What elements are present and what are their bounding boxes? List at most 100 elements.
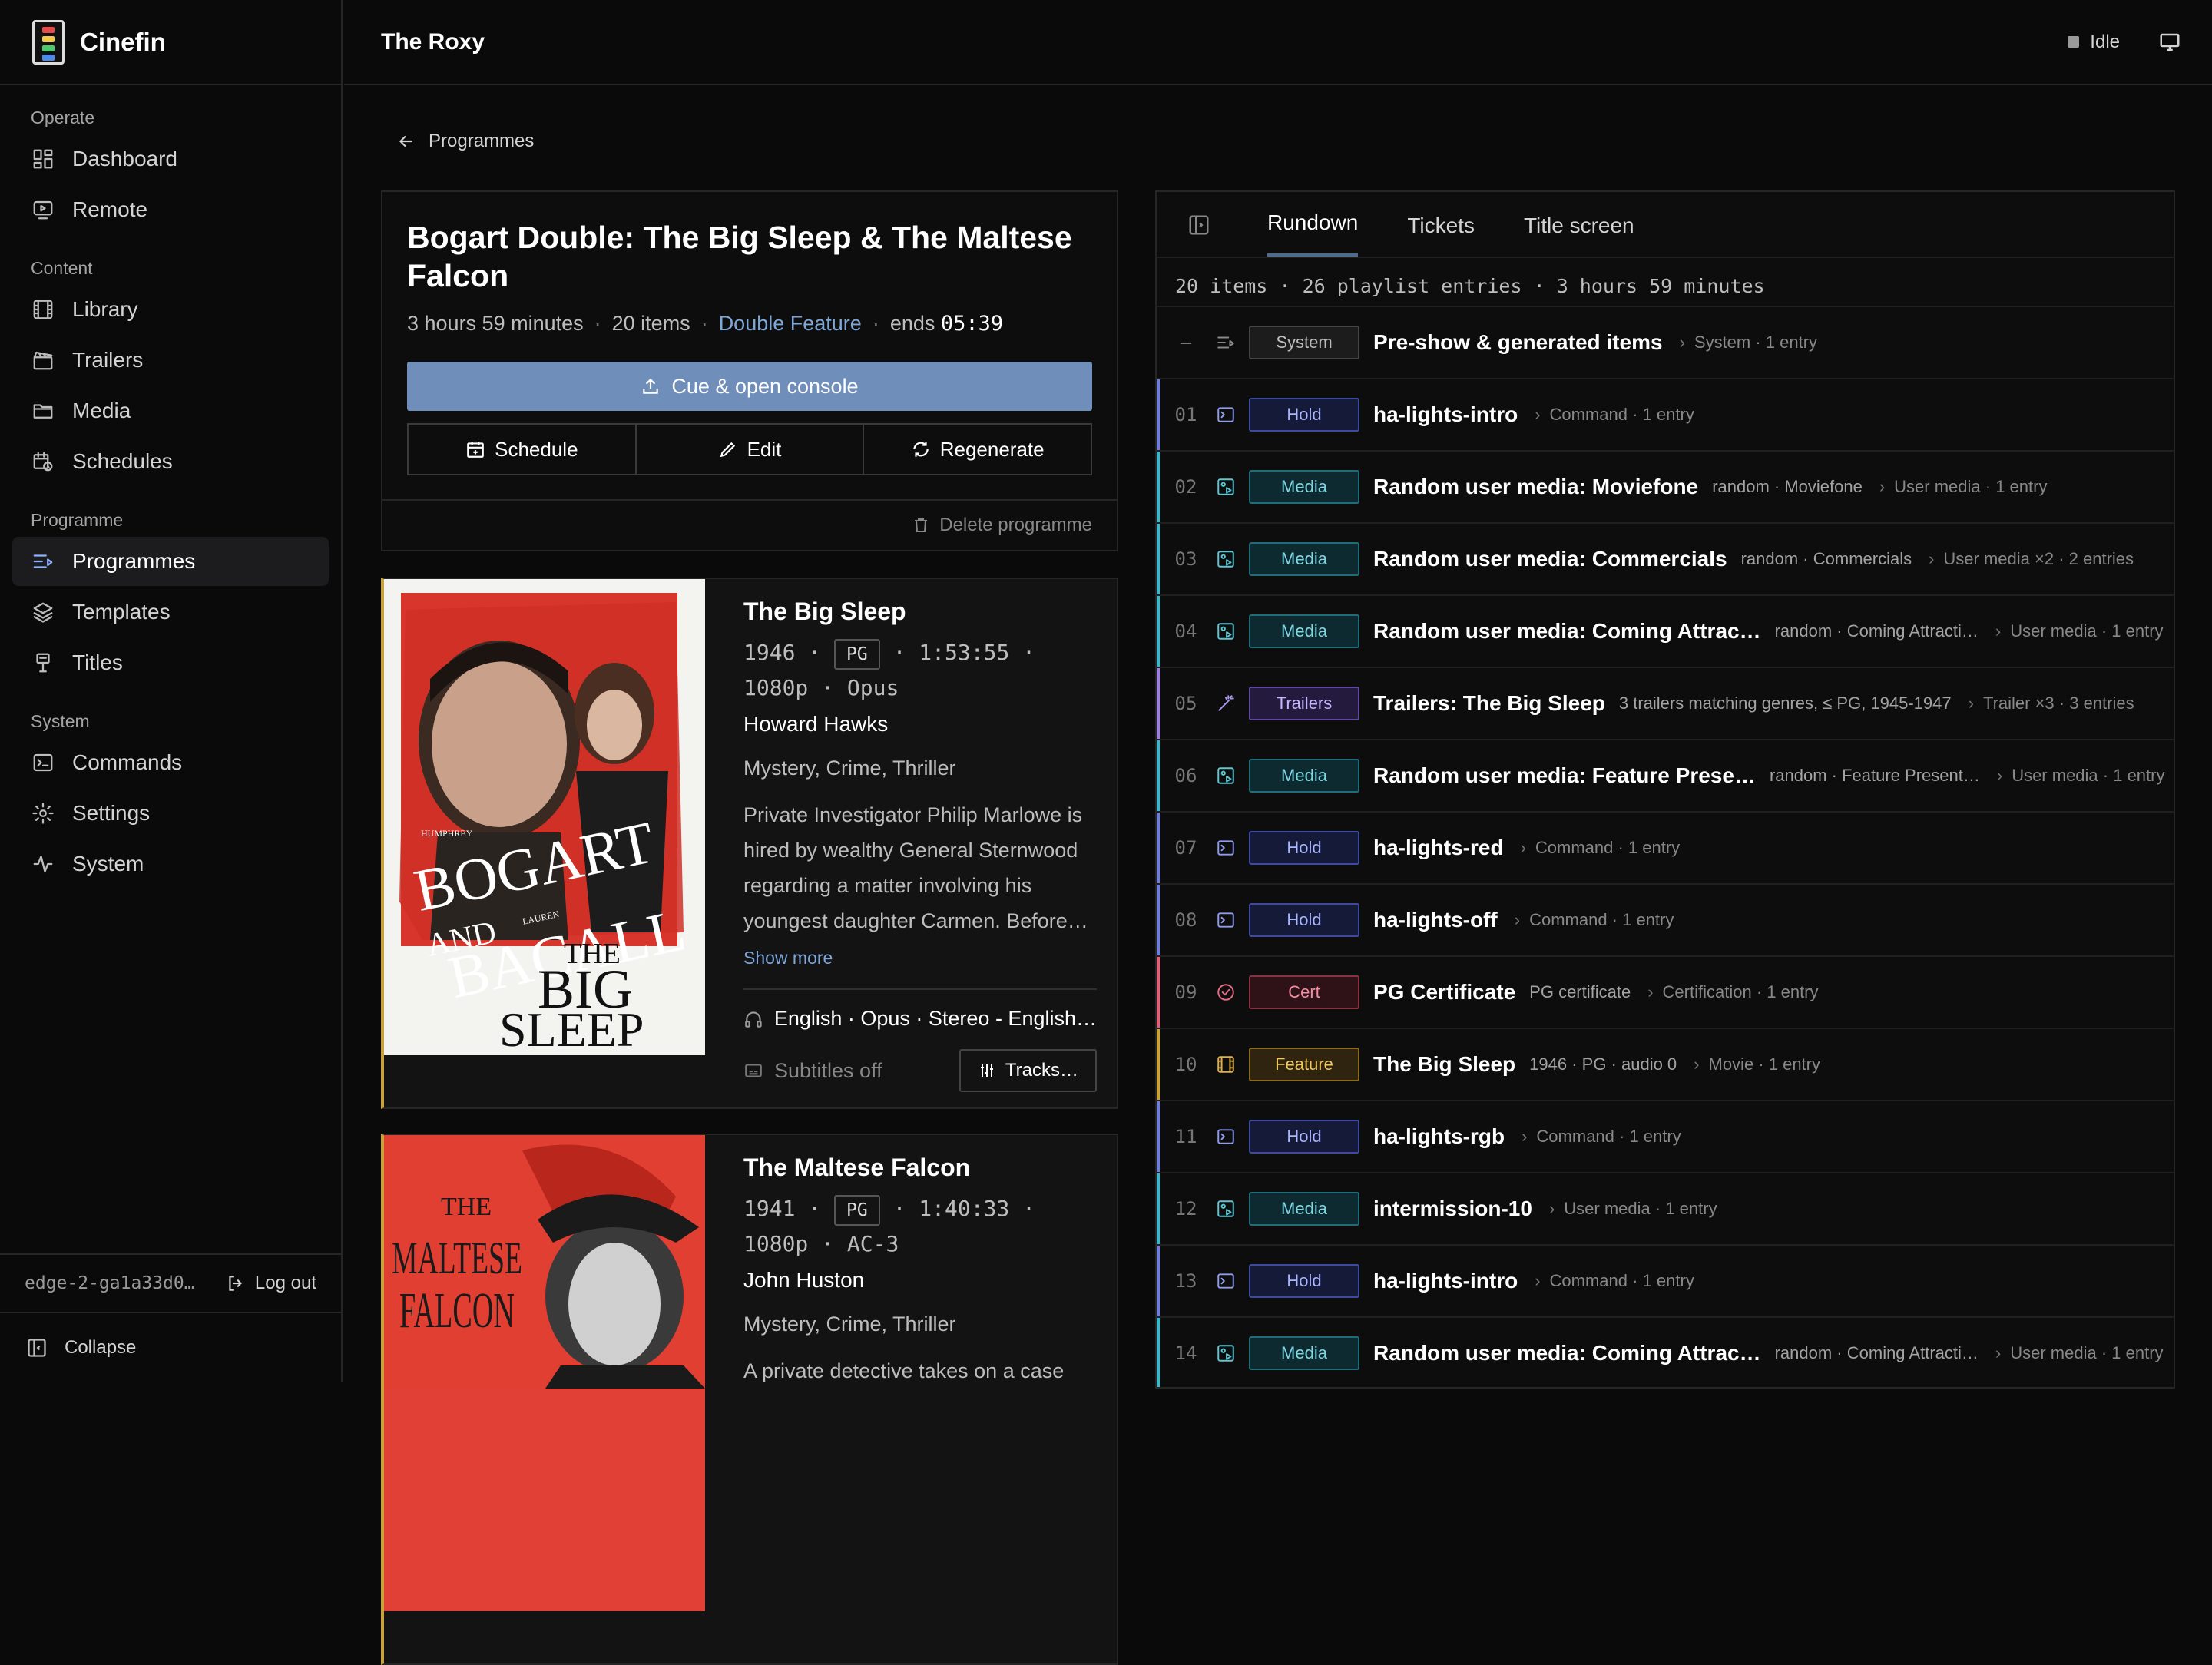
chevron-right-icon[interactable]: › bbox=[1521, 838, 1526, 858]
row-number: 04 bbox=[1174, 621, 1197, 642]
rating-badge: PG bbox=[834, 639, 880, 670]
rundown-row[interactable]: 05 Trailers Trailers: The Big Sleep 3 trail… bbox=[1157, 667, 2174, 739]
sidebar-item-trailers[interactable]: Trailers bbox=[12, 336, 329, 385]
regenerate-button[interactable]: Regenerate bbox=[864, 425, 1091, 474]
row-kind: User media · 1 entry bbox=[2010, 621, 2164, 641]
rundown-row[interactable]: 03 Media Random user media: Commercials ran… bbox=[1157, 522, 2174, 594]
rundown-row[interactable]: 09 Cert PG Certificate PG certificate › Certi… bbox=[1157, 955, 2174, 1028]
row-number: 12 bbox=[1174, 1198, 1197, 1220]
rundown-row[interactable]: – System Pre-show & generated items › System… bbox=[1157, 306, 2174, 378]
separator: · bbox=[594, 312, 601, 335]
calendar-plus-icon bbox=[467, 442, 484, 458]
delete-programme-button[interactable]: Delete programme bbox=[382, 499, 1117, 550]
chevron-right-icon[interactable]: › bbox=[1694, 1054, 1699, 1074]
rundown-row[interactable]: 01 Hold ha-lights-intro › Command · 1 entry bbox=[1157, 378, 2174, 450]
programme-template-link[interactable]: Double Feature bbox=[719, 312, 862, 336]
sidebar-item-system[interactable]: System bbox=[12, 839, 329, 889]
tab-tickets[interactable]: Tickets bbox=[1407, 214, 1475, 257]
regenerate-label: Regenerate bbox=[939, 437, 1045, 461]
film-synopsis: A private detective takes on a case bbox=[743, 1359, 1065, 1382]
rundown-row[interactable]: 08 Hold ha-lights-off › Command · 1 entry bbox=[1157, 883, 2174, 955]
sidebar-item-media[interactable]: Media bbox=[12, 386, 329, 435]
gear-icon bbox=[31, 801, 55, 826]
rundown-row[interactable]: 14 Media Random user media: Coming Attrac…… bbox=[1157, 1316, 2174, 1387]
breadcrumb-label: Programmes bbox=[429, 131, 535, 151]
chevron-right-icon[interactable]: › bbox=[1929, 549, 1934, 569]
programmes-icon bbox=[31, 549, 55, 574]
terminal-icon bbox=[1214, 1271, 1238, 1291]
sidebar-item-label: Remote bbox=[72, 197, 148, 221]
row-kind: Trailer ×3 · 3 entries bbox=[1982, 693, 2134, 713]
sidebar-item-programmes[interactable]: Programmes bbox=[12, 537, 329, 586]
sidebar-item-library[interactable]: Library bbox=[12, 285, 329, 334]
film-icon bbox=[31, 297, 55, 322]
sidebar-item-schedules[interactable]: Schedules bbox=[12, 437, 329, 486]
programme-meta: 3 hours 59 minutes · 20 items · Double F… bbox=[382, 295, 1117, 336]
rundown-row[interactable]: 07 Hold ha-lights-red › Command · 1 entry bbox=[1157, 811, 2174, 883]
logout-icon bbox=[229, 1276, 242, 1291]
logout-label: Log out bbox=[254, 1273, 316, 1293]
rundown-row[interactable]: 10 Feature The Big Sleep 1946 · PG · audio … bbox=[1157, 1028, 2174, 1100]
monitor-icon[interactable] bbox=[2158, 31, 2181, 54]
separator: · bbox=[872, 312, 879, 335]
trash-icon bbox=[915, 518, 928, 532]
row-name: Trailers: The Big Sleep bbox=[1373, 691, 1605, 715]
row-number: 09 bbox=[1174, 981, 1197, 1003]
tab-title-screen[interactable]: Title screen bbox=[1524, 214, 1634, 257]
sidebar-item-remote[interactable]: Remote bbox=[12, 185, 329, 234]
sidebar-item-titles[interactable]: Titles bbox=[12, 638, 329, 687]
film-title[interactable]: The Maltese Falcon bbox=[743, 1154, 1097, 1182]
rundown-row[interactable]: 02 Media Random user media: Moviefone rando… bbox=[1157, 450, 2174, 522]
image-play-icon bbox=[1214, 549, 1238, 569]
sidebar-item-dashboard[interactable]: Dashboard bbox=[12, 134, 329, 184]
type-badge: Media bbox=[1249, 1192, 1359, 1226]
chevron-right-icon[interactable]: › bbox=[1515, 910, 1520, 930]
programme-items: 20 items bbox=[611, 312, 690, 335]
terminal-icon bbox=[1214, 910, 1238, 930]
row-kind: Certification · 1 entry bbox=[1662, 982, 1819, 1001]
tab-rundown[interactable]: Rundown bbox=[1267, 210, 1359, 257]
row-kind: Command · 1 entry bbox=[1529, 910, 1674, 929]
rundown-row[interactable]: 06 Media Random user media: Feature Prese…… bbox=[1157, 739, 2174, 811]
row-name: ha-lights-intro bbox=[1373, 402, 1518, 426]
chevron-right-icon[interactable]: › bbox=[1549, 1199, 1555, 1219]
breadcrumb[interactable]: Programmes bbox=[396, 131, 534, 152]
image-play-icon bbox=[1214, 766, 1238, 786]
row-number: 07 bbox=[1174, 837, 1197, 859]
row-kind: Command · 1 entry bbox=[1549, 405, 1694, 424]
chevron-right-icon[interactable]: › bbox=[1969, 693, 1974, 713]
chevron-right-icon[interactable]: › bbox=[1535, 1271, 1540, 1291]
rundown-row[interactable]: 11 Hold ha-lights-rgb › Command · 1 entry bbox=[1157, 1100, 2174, 1172]
rundown-row[interactable]: 04 Media Random user media: Coming Attrac…… bbox=[1157, 594, 2174, 667]
rundown-row[interactable]: 13 Hold ha-lights-intro › Command · 1 entry bbox=[1157, 1244, 2174, 1316]
sidebar-item-templates[interactable]: Templates bbox=[12, 588, 329, 637]
schedule-button[interactable]: Schedule bbox=[409, 425, 637, 474]
rundown-row[interactable]: 12 Media intermission-10 › User media · 1 en… bbox=[1157, 1172, 2174, 1244]
collapse-button[interactable]: Collapse bbox=[0, 1312, 341, 1382]
sidebar-item-commands[interactable]: Commands bbox=[12, 738, 329, 787]
audio-track: English · Opus · Stereo - English… bbox=[743, 1007, 1097, 1031]
row-name: ha-lights-red bbox=[1373, 836, 1504, 859]
show-more-link[interactable]: Show more bbox=[743, 948, 1097, 968]
chevron-right-icon[interactable]: › bbox=[1879, 477, 1885, 497]
row-number: 01 bbox=[1174, 404, 1197, 425]
chevron-right-icon[interactable]: › bbox=[1535, 405, 1540, 425]
chevron-right-icon[interactable]: › bbox=[1995, 1343, 2001, 1363]
sidebar-item-settings[interactable]: Settings bbox=[12, 789, 329, 838]
edit-button[interactable]: Edit bbox=[637, 425, 865, 474]
chevron-right-icon[interactable]: › bbox=[1995, 621, 2001, 641]
logout-button[interactable]: Log out bbox=[226, 1273, 316, 1294]
row-number: 03 bbox=[1174, 548, 1197, 570]
chevron-right-icon[interactable]: › bbox=[1522, 1127, 1527, 1147]
chevron-right-icon[interactable]: › bbox=[1997, 766, 2002, 786]
chevron-right-icon[interactable]: › bbox=[1680, 333, 1685, 353]
row-kind: User media · 1 entry bbox=[1894, 477, 2048, 496]
chevron-right-icon[interactable]: › bbox=[1647, 982, 1653, 1002]
film-title[interactable]: The Big Sleep bbox=[743, 597, 1097, 626]
cue-open-console-button[interactable]: Cue & open console bbox=[407, 362, 1092, 411]
status-square-icon bbox=[2068, 36, 2080, 48]
brand[interactable]: Cinefin bbox=[0, 0, 341, 85]
tracks-button[interactable]: Tracks… bbox=[959, 1049, 1097, 1092]
panel-toggle-icon[interactable] bbox=[1187, 214, 1210, 237]
nav-section-heading: System bbox=[31, 711, 90, 731]
